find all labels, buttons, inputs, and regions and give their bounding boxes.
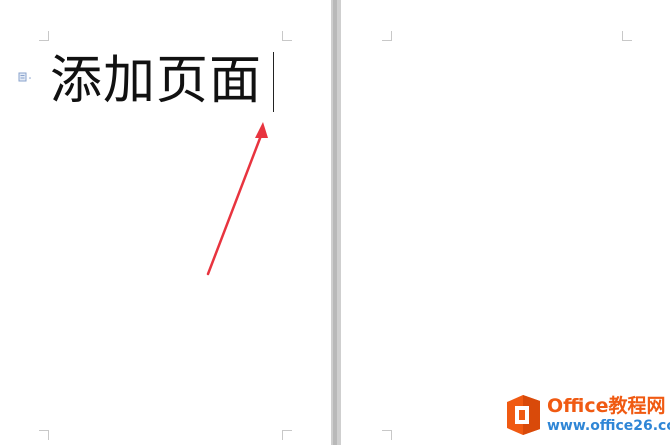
watermark-title: Office教程网 <box>547 395 666 417</box>
office26-watermark: Office教程网 www.office26.com <box>503 390 670 440</box>
annotation-arrow-icon <box>206 122 268 276</box>
office-logo-icon <box>507 395 540 435</box>
watermark-url: www.office26.com <box>547 418 670 434</box>
